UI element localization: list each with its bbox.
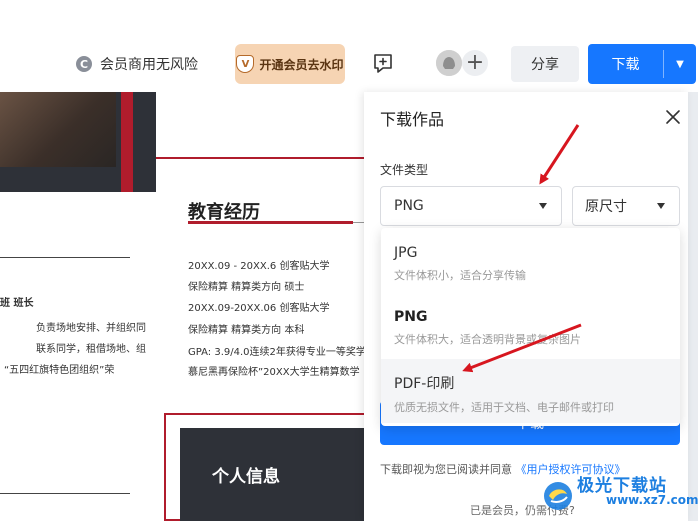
copyright-c-icon: C xyxy=(76,56,92,72)
option-jpg[interactable]: JPG 文件体积小，适合分享传输 xyxy=(381,231,680,295)
education-line: 20XX.09 - 20XX.6 创客贴大学 xyxy=(188,261,330,272)
option-description: 文件体积小，适合分享传输 xyxy=(394,269,526,282)
education-line: 保险精算 精算类方向 硕士 xyxy=(188,282,305,293)
education-line: 保险精算 精算类方向 本科 xyxy=(188,325,305,336)
left-section-divider xyxy=(0,257,130,258)
education-line: 慕尼黑再保险杯”20XX大学生精算数学 xyxy=(188,367,360,378)
plus-icon: + xyxy=(465,50,485,75)
education-line: GPA: 3.9/4.0连续2年获得专业一等奖学 xyxy=(188,347,366,358)
size-value: 原尺寸 xyxy=(585,199,627,215)
vip-remove-watermark-button[interactable]: V 开通会员去水印 xyxy=(235,44,345,84)
option-name: PDF-印刷 xyxy=(394,376,455,392)
left-section-line: 联系同学，租借场地、组 xyxy=(36,344,146,355)
share-button[interactable]: 分享 xyxy=(511,46,579,82)
resume-photo xyxy=(0,92,116,167)
vip-button-label: 开通会员去水印 xyxy=(259,57,344,72)
file-type-value: PNG xyxy=(394,198,424,214)
vip-badge-icon: V xyxy=(236,55,255,73)
download-label: 下载 xyxy=(611,57,640,73)
left-section-line: 班 班长 xyxy=(0,298,34,309)
resume-red-divider xyxy=(156,157,364,159)
right-scroll-strip xyxy=(688,92,698,521)
share-label: 分享 xyxy=(531,57,559,73)
watermark-url: www.xz7.com xyxy=(606,493,698,507)
caret-down-icon xyxy=(657,203,665,209)
option-name: PNG xyxy=(394,309,428,325)
option-name: JPG xyxy=(394,245,418,261)
download-button[interactable]: 下载 xyxy=(588,44,663,84)
option-description: 优质无损文件，适用于文档、电子邮件或打印 xyxy=(394,401,614,414)
left-section-line: 负责场地安排、并组织同 xyxy=(36,323,146,334)
vip-safe-label: 会员商用无风险 xyxy=(100,57,198,73)
resume-red-accent-bar xyxy=(121,92,133,192)
close-icon[interactable] xyxy=(664,108,682,126)
option-png[interactable]: PNG 文件体积大，适合透明背景或复杂图片 xyxy=(381,295,680,359)
left-section-line: “五四红旗特色团组织”荣 xyxy=(4,365,115,376)
download-dropdown-toggle[interactable]: ▼ xyxy=(664,44,696,84)
file-type-dropdown: JPG 文件体积小，适合分享传输 PNG 文件体积大，适合透明背景或复杂图片 P… xyxy=(381,228,680,426)
option-pdf-print[interactable]: PDF-印刷 优质无损文件，适用于文档、电子邮件或打印 xyxy=(381,359,680,423)
file-type-label: 文件类型 xyxy=(380,163,429,177)
avatar-icon xyxy=(436,50,462,76)
education-underline xyxy=(188,221,353,224)
vip-commercial-safe-link[interactable]: C 会员商用无风险 xyxy=(76,54,198,74)
download-button-group: 下载 ▼ xyxy=(588,44,696,84)
triangle-down-icon: ▼ xyxy=(676,58,684,70)
education-line: 20XX.09-20XX.06 创客贴大学 xyxy=(188,303,330,314)
user-avatar[interactable] xyxy=(436,50,462,76)
option-description: 文件体积大，适合透明背景或复杂图片 xyxy=(394,333,581,346)
caret-down-icon xyxy=(539,203,547,209)
file-type-select[interactable]: PNG xyxy=(380,186,562,226)
personal-info-heading: 个人信息 xyxy=(212,467,280,487)
add-collaborator-button[interactable]: + xyxy=(462,50,488,76)
add-comment-icon[interactable] xyxy=(372,52,394,74)
agreement-prefix: 下载即视为您已阅读并同意 xyxy=(380,463,512,476)
panel-title: 下载作品 xyxy=(380,110,445,129)
left-section-divider xyxy=(0,493,130,494)
size-select[interactable]: 原尺寸 xyxy=(572,186,680,226)
